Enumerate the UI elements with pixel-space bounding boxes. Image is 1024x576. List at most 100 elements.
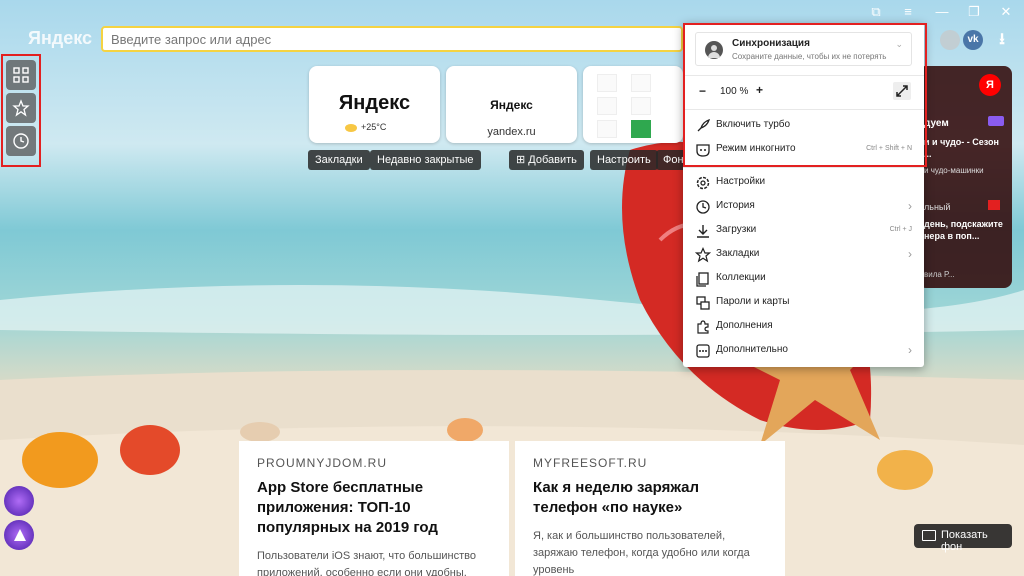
minimize-icon[interactable]: — xyxy=(932,3,952,21)
feed-text: и и чудо- - Сезон ... xyxy=(924,137,999,159)
bookmarks-button[interactable] xyxy=(6,93,36,123)
sync-title: Синхронизация xyxy=(732,38,810,49)
card-title[interactable]: Как я неделю заряжал телефон «по науке» xyxy=(533,478,767,518)
card-title[interactable]: App Store бесплатные приложения: ТОП-10 … xyxy=(257,478,491,538)
download-icon xyxy=(697,225,709,238)
title-bar: ⧉ ≡ — ❐ ✕ xyxy=(0,0,1024,24)
shortcut-label: Ctrl + J xyxy=(889,226,912,233)
tabs-icon[interactable]: ⧉ xyxy=(866,3,886,21)
weather-icon xyxy=(345,124,357,132)
bookmarks-pill[interactable]: Закладки xyxy=(308,150,370,170)
menu-icon[interactable]: ≡ xyxy=(898,3,918,21)
tile-folder[interactable] xyxy=(583,66,683,143)
tile-logo: Яндекс xyxy=(490,98,533,112)
chevron-down-icon: ⌄ xyxy=(895,39,903,49)
tile-yandex-ru[interactable]: Яндекс yandex.ru xyxy=(446,66,577,143)
alice-voice-icon[interactable] xyxy=(4,520,34,550)
fullscreen-button[interactable] xyxy=(893,82,911,100)
star-icon xyxy=(12,99,30,117)
menu-separator xyxy=(683,75,924,76)
globe-icon[interactable] xyxy=(940,30,960,50)
image-icon xyxy=(922,530,936,541)
rocket-icon xyxy=(697,118,711,132)
close-icon[interactable]: ✕ xyxy=(996,3,1016,21)
avatar-icon xyxy=(705,41,723,59)
add-icon: ⊞ xyxy=(516,154,529,166)
zoom-out-button[interactable]: − xyxy=(699,84,706,98)
browser-main-menu: Синхронизация Сохраните данные, чтобы их… xyxy=(683,23,924,367)
card-description: Пользователи iOS знают, что большинство … xyxy=(257,550,476,576)
menu-item-incognito[interactable]: Режим инкогнито Ctrl + Shift + N xyxy=(683,139,924,161)
menu-item-turbo[interactable]: Включить турбо xyxy=(683,115,924,137)
apps-button[interactable] xyxy=(6,60,36,90)
zen-feed-panel[interactable]: Я дуем и и чудо- - Сезон ... и чудо-маши… xyxy=(918,66,1012,288)
chevron-right-icon: › xyxy=(908,199,912,213)
alice-icon[interactable] xyxy=(4,486,34,516)
news-card[interactable]: MYFREESOFT.RU Как я неделю заряжал телеф… xyxy=(515,441,785,576)
weather-value: +25°C xyxy=(361,122,387,132)
show-background-label: Показать фон xyxy=(941,529,988,553)
megaphone-icon xyxy=(988,200,1000,210)
menu-item-downloads[interactable]: Загрузки Ctrl + J xyxy=(683,220,924,242)
menu-item-label: Коллекции xyxy=(716,272,766,283)
browser-brand: Яндекс xyxy=(28,28,93,48)
shortcut-label: Ctrl + Shift + N xyxy=(866,145,912,152)
show-background-button[interactable]: Показать фон xyxy=(914,524,1012,553)
menu-item-label: История xyxy=(716,200,755,211)
menu-item-label: Настройки xyxy=(716,176,766,187)
customize-pill[interactable]: Настроить xyxy=(590,150,658,170)
menu-separator xyxy=(683,167,924,168)
menu-item-label: Закладки xyxy=(716,248,760,259)
menu-item-label: Дополнения xyxy=(716,320,773,331)
collections-icon xyxy=(696,272,709,287)
chevron-right-icon: › xyxy=(908,343,912,357)
zoom-value: 100 % xyxy=(720,86,749,97)
feed-text: день, подскажите нера в поп... xyxy=(924,219,1003,241)
news-card[interactable]: PROUMNYJDOM.RU App Store бесплатные прил… xyxy=(239,441,509,576)
clock-icon xyxy=(13,133,29,149)
grid-icon xyxy=(13,67,29,83)
menu-item-collections[interactable]: Коллекции xyxy=(683,268,924,290)
star-icon xyxy=(695,247,711,263)
menu-item-label: Загрузки xyxy=(716,224,757,235)
card-description: Я, как и большинство пользователей, заря… xyxy=(533,530,750,576)
menu-item-bookmarks[interactable]: Закладки › xyxy=(683,244,924,266)
add-pill[interactable]: ⊞ Добавить xyxy=(509,150,584,170)
recently-closed-pill[interactable]: Недавно закрытые xyxy=(370,150,481,170)
menu-item-label: Включить турбо xyxy=(716,119,791,130)
card-source: MYFREESOFT.RU xyxy=(533,456,648,470)
history-button[interactable] xyxy=(6,126,36,156)
vk-icon[interactable]: vk xyxy=(963,30,983,50)
tile-url: yandex.ru xyxy=(487,126,536,138)
puzzle-icon xyxy=(697,320,709,334)
zoom-in-button[interactable]: + xyxy=(756,83,763,97)
feed-tag: дуем xyxy=(924,118,949,129)
sync-box[interactable]: Синхронизация Сохраните данные, чтобы их… xyxy=(695,32,912,66)
tile-logo: Яндекс xyxy=(338,92,411,114)
video-badge xyxy=(988,116,1004,126)
clock-icon xyxy=(696,200,710,214)
menu-item-label: Дополнительно xyxy=(716,344,788,355)
restore-icon[interactable]: ❐ xyxy=(964,3,984,21)
menu-item-history[interactable]: История › xyxy=(683,196,924,218)
tile-yandex-weather[interactable]: Яндекс +25°C xyxy=(309,66,440,143)
menu-item-extensions[interactable]: Дополнения xyxy=(683,316,924,338)
feed-text: и чудо-машинки xyxy=(924,166,984,175)
menu-item-passwords[interactable]: Пароли и карты xyxy=(683,292,924,314)
fullscreen-icon xyxy=(896,85,908,97)
card-source: PROUMNYJDOM.RU xyxy=(257,456,387,470)
feed-tag: льный xyxy=(924,202,951,212)
menu-item-settings[interactable]: Настройки xyxy=(683,172,924,194)
chevron-right-icon: › xyxy=(908,247,912,261)
menu-item-label: Пароли и карты xyxy=(716,296,790,307)
address-input[interactable] xyxy=(103,28,681,50)
incognito-icon xyxy=(696,144,710,157)
gear-icon xyxy=(696,176,710,190)
download-icon[interactable]: ⭳ xyxy=(992,30,1012,50)
feed-meta: вила Р... xyxy=(924,270,955,279)
key-icon xyxy=(696,296,710,310)
menu-item-more[interactable]: Дополнительно › xyxy=(683,340,924,362)
address-bar[interactable] xyxy=(101,26,683,52)
side-panel xyxy=(1,54,41,167)
menu-item-label: Режим инкогнито xyxy=(716,143,796,154)
